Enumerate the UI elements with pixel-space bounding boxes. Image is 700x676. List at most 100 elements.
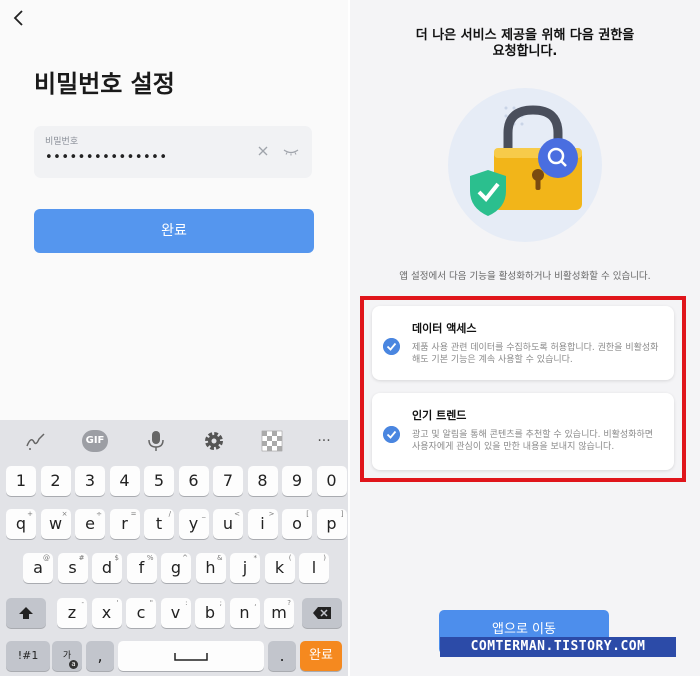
key-u-hint: < xyxy=(234,510,240,518)
language-key[interactable]: 가a xyxy=(52,641,82,671)
key-r-label: r xyxy=(121,514,128,533)
key-a[interactable]: a @ xyxy=(23,553,53,583)
key-d[interactable]: d $ xyxy=(92,553,122,583)
key-w-hint: × xyxy=(61,510,68,518)
key-9[interactable]: 9 xyxy=(282,466,312,496)
key-m[interactable]: m? xyxy=(264,598,294,628)
key-t-hint: / xyxy=(168,510,171,518)
permission-title-data-access: 데이터 액세스 xyxy=(412,322,477,335)
enter-key-label: 완료 xyxy=(309,648,333,663)
symbols-key[interactable]: !#1 xyxy=(6,641,50,671)
key-r[interactable]: r = xyxy=(109,509,140,539)
key-t[interactable]: t / xyxy=(144,509,174,539)
key-m-label: m xyxy=(271,603,287,622)
key-1-label: 1 xyxy=(15,471,27,490)
key-j-label: j xyxy=(242,558,248,577)
key-z-hint: - xyxy=(81,599,84,607)
key-4[interactable]: 4 xyxy=(109,466,140,496)
permission-card-data-access[interactable]: 데이터 액세스 제품 사용 관련 데이터를 수집하도록 허용합니다. 권한을 비… xyxy=(372,306,674,380)
password-field[interactable]: 비밀번호 ••••••••••••••• xyxy=(34,126,312,178)
backspace-key[interactable] xyxy=(302,598,342,628)
clipboard-icon[interactable] xyxy=(260,430,284,452)
key-h-label: h xyxy=(205,558,216,577)
key-9-label: 9 xyxy=(291,471,303,490)
key-a-label: a xyxy=(33,558,43,577)
back-arrow-icon[interactable] xyxy=(10,8,30,28)
period-key[interactable]: . xyxy=(268,641,296,671)
space-bar-icon xyxy=(174,653,208,661)
key-6[interactable]: 6 xyxy=(178,466,209,496)
microphone-icon[interactable] xyxy=(144,430,168,452)
page-title: 비밀번호 설정 xyxy=(34,70,175,98)
key-i[interactable]: i > xyxy=(247,509,278,539)
key-e-label: e xyxy=(85,514,95,533)
key-w[interactable]: w × xyxy=(40,509,71,539)
key-z-label: z xyxy=(67,603,77,622)
key-0[interactable]: 0 xyxy=(316,466,347,496)
key-2[interactable]: 2 xyxy=(40,466,71,496)
comma-key-label: , xyxy=(97,646,103,665)
key-h[interactable]: h & xyxy=(195,553,226,583)
clear-icon[interactable] xyxy=(256,144,270,158)
key-y-hint: _ xyxy=(202,510,206,518)
eye-closed-icon[interactable] xyxy=(282,144,300,158)
key-o[interactable]: o[ xyxy=(282,509,312,539)
key-i-hint: > xyxy=(268,510,275,518)
gear-icon[interactable] xyxy=(202,430,226,452)
key-l-label: l xyxy=(311,558,317,577)
key-7[interactable]: 7 xyxy=(213,466,243,496)
language-key-hint: a xyxy=(69,660,78,669)
key-8[interactable]: 8 xyxy=(247,466,278,496)
key-8-label: 8 xyxy=(257,471,268,490)
comma-key[interactable]: , xyxy=(86,641,114,671)
key-k-label: k xyxy=(274,558,285,577)
permission-title: 더 나은 서비스 제공을 위해 다음 권한을 요청합니다. xyxy=(390,28,660,60)
key-p[interactable]: p] xyxy=(316,509,347,539)
checkmark-icon[interactable] xyxy=(383,426,400,443)
key-s[interactable]: s # xyxy=(57,553,88,583)
handwriting-icon[interactable] xyxy=(24,430,48,452)
checkmark-icon[interactable] xyxy=(383,338,400,355)
key-x[interactable]: x ' xyxy=(91,598,122,628)
key-l[interactable]: l) xyxy=(299,553,329,583)
key-e[interactable]: e ÷ xyxy=(75,509,105,539)
key-b-label: b xyxy=(204,603,216,622)
key-1[interactable]: 1 xyxy=(6,466,36,496)
key-b[interactable]: b; xyxy=(195,598,225,628)
key-3[interactable]: 3 xyxy=(75,466,105,496)
key-f-hint: % xyxy=(146,554,154,562)
key-d-label: d xyxy=(101,558,113,577)
key-v[interactable]: v: xyxy=(160,598,191,628)
key-f[interactable]: f% xyxy=(126,553,157,583)
key-s-hint: # xyxy=(78,554,85,562)
permission-card-trends[interactable]: 인기 트렌드 광고 및 알림을 통해 콘텐츠를 추천할 수 있습니다. 비활성화… xyxy=(372,393,674,470)
key-z[interactable]: z- xyxy=(57,598,87,628)
gif-icon[interactable]: GIF xyxy=(82,430,108,452)
more-icon[interactable]: ··· xyxy=(312,430,336,452)
key-m-hint: ? xyxy=(287,599,291,607)
shift-key[interactable] xyxy=(6,598,46,628)
permission-title-line1: 더 나은 서비스 제공을 위해 다음 권한을 xyxy=(415,28,635,43)
key-x-hint: ' xyxy=(116,599,119,607)
key-k[interactable]: k( xyxy=(264,553,295,583)
space-key[interactable] xyxy=(118,641,264,671)
key-q-label: q xyxy=(15,514,27,533)
key-q[interactable]: q + xyxy=(6,509,36,539)
key-5[interactable]: 5 xyxy=(144,466,174,496)
key-c[interactable]: c " xyxy=(126,598,156,628)
key-6-label: 6 xyxy=(188,471,199,490)
key-j[interactable]: j * xyxy=(230,553,260,583)
key-4-label: 4 xyxy=(119,471,130,490)
shift-arrow-icon xyxy=(19,607,33,619)
key-g[interactable]: g ^ xyxy=(161,553,191,583)
key-u-label: u xyxy=(222,514,234,533)
password-setup-screen: 비밀번호 설정 비밀번호 ••••••••••••••• 완료 GIF ··· … xyxy=(0,0,348,676)
language-key-label: 가 xyxy=(62,651,72,661)
key-n[interactable]: n, xyxy=(229,598,260,628)
key-y[interactable]: y _ xyxy=(178,509,209,539)
enter-key[interactable]: 완료 xyxy=(300,641,342,671)
permission-title-trends: 인기 트렌드 xyxy=(412,409,467,422)
lock-shield-illustration-icon xyxy=(448,88,602,242)
key-u[interactable]: u < xyxy=(213,509,243,539)
done-button[interactable]: 완료 xyxy=(34,209,314,253)
